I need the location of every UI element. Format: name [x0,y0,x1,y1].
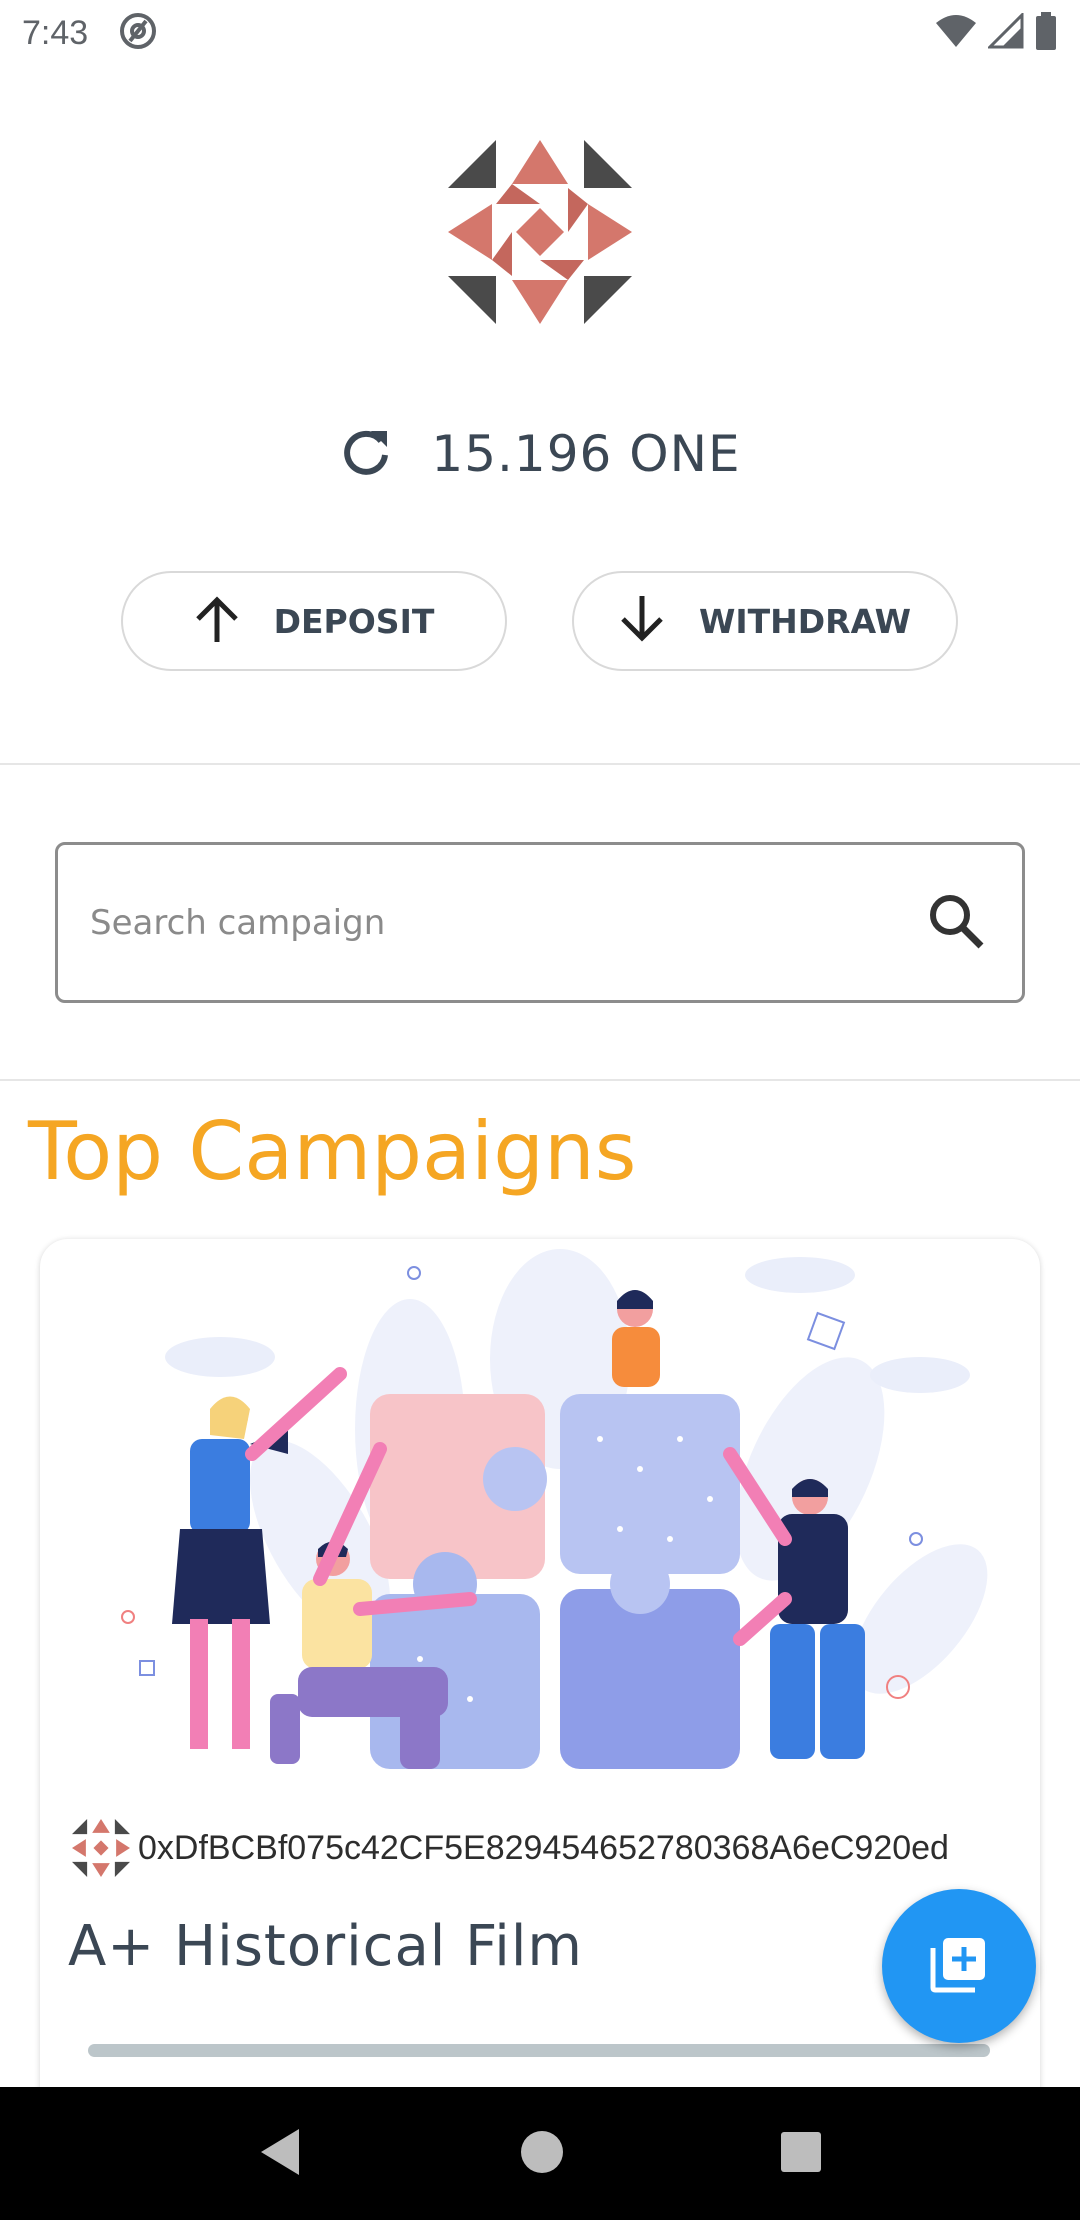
search-box[interactable] [55,842,1025,1003]
withdraw-label: WITHDRAW [698,601,912,641]
status-bar: 7:43 [0,0,1080,66]
campaign-title: A+ Historical Film [68,1914,583,1979]
owner-address: 0xDfBCBf075c42CF5E829454652780368A6eC920… [138,1828,949,1867]
campaign-image [40,1239,1040,1794]
search-input[interactable] [90,902,910,943]
add-to-library-icon [929,1934,989,1998]
battery-icon [1034,12,1058,54]
arrow-down-icon [619,594,665,648]
back-icon[interactable] [257,2127,305,2181]
owner-avatar-icon [72,1819,130,1877]
search-icon[interactable] [926,891,986,955]
wallet-balance: 15.196 ONE [431,425,741,483]
system-nav-bar [0,2087,1080,2220]
status-left: 7:43 [22,11,158,55]
balance-row: 15.196 ONE [0,425,1080,483]
status-time: 7:43 [22,13,89,52]
campaign-card[interactable]: 0xDfBCBf075c42CF5E829454652780368A6eC920… [40,1239,1040,2220]
section-title: Top Campaigns [28,1105,637,1198]
refresh-icon[interactable] [339,425,393,483]
divider [0,763,1080,765]
status-right [934,11,1058,54]
campaign-progress-bar [88,2044,990,2057]
owner-row: 0xDfBCBf075c42CF5E829454652780368A6eC920… [72,1819,949,1877]
withdraw-button[interactable]: WITHDRAW [572,571,958,671]
divider [0,1079,1080,1081]
deposit-label: DEPOSIT [273,601,435,641]
signal-icon [986,11,1024,53]
at-sign-icon [118,11,158,55]
wifi-icon [934,13,978,53]
create-campaign-button[interactable] [882,1889,1036,2043]
arrow-up-icon [194,594,240,648]
home-icon[interactable] [518,2128,566,2180]
app-logo [448,140,632,324]
recents-icon[interactable] [779,2130,823,2178]
deposit-button[interactable]: DEPOSIT [121,571,507,671]
